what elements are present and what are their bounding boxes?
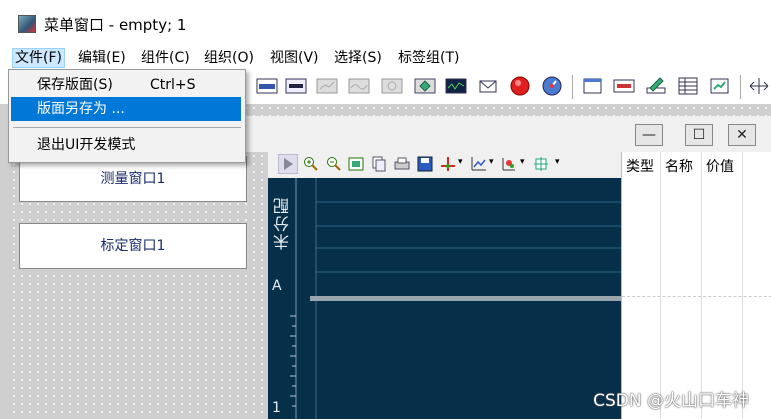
dropdown-arrow-icon[interactable]: ▾ — [555, 157, 560, 167]
column-header-type[interactable]: 类型 — [626, 156, 654, 176]
fit-view-icon[interactable] — [348, 156, 364, 172]
resize-columns-icon[interactable] — [748, 76, 770, 96]
menu-item-label: 保存版面(S) — [37, 77, 113, 93]
restore-button[interactable]: ☐ — [685, 124, 713, 146]
line-style-icon[interactable] — [471, 156, 487, 172]
record-button-icon[interactable] — [509, 76, 531, 96]
toolbar-separator — [572, 75, 573, 99]
menu-bar: 文件(F) 编辑(E) 组件(C) 组织(O) 视图(V) 选择(S) 标签组(… — [0, 44, 771, 70]
dropdown-arrow-icon[interactable]: ▾ — [520, 157, 525, 167]
app-icon — [18, 15, 36, 33]
menu-file[interactable]: 文件(F) — [12, 48, 65, 68]
marker-1-label: 1 — [272, 400, 281, 416]
table-icon[interactable] — [677, 76, 699, 96]
menu-tab-group[interactable]: 标签组(T) — [396, 48, 461, 68]
property-table: 类型 名称 价值 — [621, 152, 771, 419]
menu-organize[interactable]: 组织(O) — [202, 48, 256, 68]
column-header-value[interactable]: 价值 — [706, 156, 734, 176]
zoom-out-icon[interactable] — [326, 156, 342, 172]
row-divider — [622, 296, 771, 297]
menu-item-label: 退出UI开发模式 — [37, 137, 136, 153]
column-divider — [660, 152, 661, 419]
xy-graph-icon[interactable] — [381, 76, 403, 96]
graph-window: ▾ ▾ ▾ ▾ 未分配 A 1 — [268, 152, 621, 419]
copy-icon[interactable] — [371, 156, 387, 172]
dropdown-arrow-icon[interactable]: ▾ — [458, 157, 463, 167]
print-icon[interactable] — [394, 156, 410, 172]
file-menu-dropdown: 保存版面(S) Ctrl+S 版面另存为 ... 退出UI开发模式 — [8, 69, 246, 163]
menu-components[interactable]: 组件(C) — [139, 48, 192, 68]
menu-item-exit-ui-dev-mode[interactable]: 退出UI开发模式 — [11, 133, 241, 157]
plot-vertical-label: 未分配 — [273, 196, 292, 250]
window-title: 菜单窗口 - empty; 1 — [44, 16, 187, 34]
column-divider — [742, 152, 743, 419]
meter-display-icon[interactable] — [285, 76, 307, 96]
menu-item-save-layout-as[interactable]: 版面另存为 ... — [11, 97, 241, 121]
cursor-axis-icon[interactable] — [440, 156, 456, 172]
numeric-display-icon[interactable] — [256, 76, 278, 96]
menu-edit[interactable]: 编辑(E) — [76, 48, 128, 68]
plot-splitter — [310, 296, 621, 301]
calibration-window-button[interactable]: 标定窗口1 — [19, 223, 247, 269]
play-icon[interactable] — [278, 154, 298, 174]
menu-item-shortcut: Ctrl+S — [150, 77, 196, 93]
layout-settings-icon[interactable] — [533, 156, 549, 172]
toolbar-separator — [740, 75, 741, 99]
menu-item-save-layout[interactable]: 保存版面(S) Ctrl+S — [11, 73, 241, 97]
gauge-icon[interactable] — [541, 76, 563, 96]
save-icon[interactable] — [417, 156, 433, 172]
scope-display-icon[interactable] — [445, 76, 467, 96]
wave-graph-icon[interactable] — [348, 76, 370, 96]
column-header-name[interactable]: 名称 — [665, 156, 693, 176]
bar-graph-icon[interactable] — [316, 76, 338, 96]
marker-settings-icon[interactable] — [501, 156, 517, 172]
column-divider — [701, 152, 702, 419]
menu-separator — [13, 127, 241, 128]
edit-pen-icon[interactable] — [645, 76, 667, 96]
mail-icon[interactable] — [477, 76, 499, 96]
diamond-display-icon[interactable] — [414, 76, 436, 96]
title-bar: 菜单窗口 - empty; 1 — [0, 0, 771, 44]
menu-select[interactable]: 选择(S) — [332, 48, 384, 68]
dropdown-arrow-icon[interactable]: ▾ — [489, 157, 494, 167]
menu-view[interactable]: 视图(V) — [268, 48, 321, 68]
export-chart-icon[interactable] — [709, 76, 731, 96]
window-layout-icon[interactable] — [582, 76, 604, 96]
menu-item-label: 版面另存为 ... — [37, 101, 125, 117]
graph-toolbar: ▾ ▾ ▾ ▾ — [268, 152, 621, 179]
close-button[interactable]: ✕ — [728, 124, 756, 146]
watermark: CSDN @火山口车神 — [593, 391, 749, 411]
marker-a-label: A — [272, 278, 282, 294]
minimize-button[interactable]: — — [635, 124, 663, 146]
panel-display-icon[interactable] — [613, 76, 635, 96]
zoom-in-icon[interactable] — [303, 156, 319, 172]
plot-area[interactable] — [268, 178, 621, 419]
